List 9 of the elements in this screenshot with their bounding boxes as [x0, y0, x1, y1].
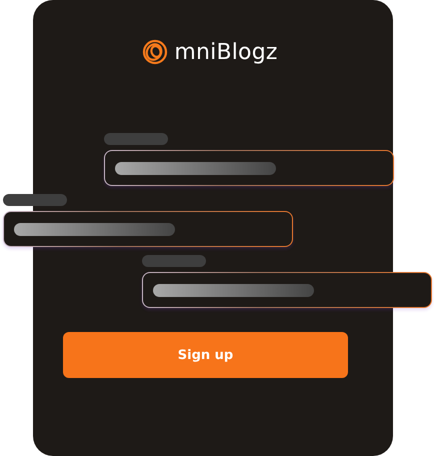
logo-text: mniBlogz [174, 40, 278, 64]
sign-up-button[interactable]: Sign up [63, 332, 348, 378]
input-field[interactable] [104, 150, 394, 186]
label-skeleton [142, 255, 206, 267]
label-skeleton [3, 194, 67, 206]
logo-icon [142, 39, 168, 65]
label-skeleton [104, 133, 168, 145]
input-field[interactable] [3, 211, 293, 247]
input-field[interactable] [142, 272, 432, 308]
